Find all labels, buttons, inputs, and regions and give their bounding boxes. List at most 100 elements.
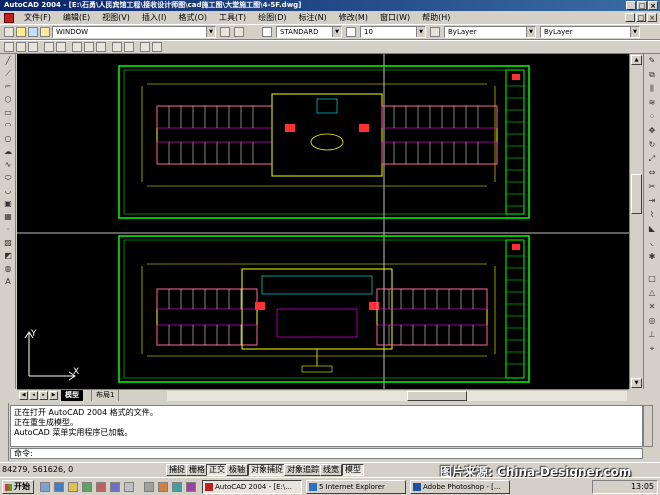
osnap-toggle[interactable]: 对象捕捉 — [248, 464, 286, 476]
tab-layout1[interactable]: 布局1 — [91, 390, 120, 401]
sun-icon[interactable] — [28, 27, 38, 37]
quicklaunch-app-icon[interactable] — [110, 482, 120, 492]
text-style-icon[interactable] — [262, 27, 272, 37]
ortho-toggle[interactable]: 正交 — [206, 464, 228, 476]
construction-line-icon[interactable]: ⟋ — [3, 69, 13, 79]
rectangle-icon[interactable]: ▭ — [3, 108, 13, 118]
menu-format[interactable]: 格式(O) — [172, 11, 213, 24]
open-file-icon[interactable] — [16, 42, 26, 52]
color-dropdown[interactable]: ByLayer ▼ — [444, 26, 536, 38]
arc-icon[interactable]: ◠ — [3, 121, 13, 131]
chevron-down-icon[interactable]: ▼ — [206, 27, 215, 37]
menu-insert[interactable]: 插入(I) — [136, 11, 173, 24]
linetype-dropdown[interactable]: ByLayer ▼ — [540, 26, 640, 38]
revision-cloud-icon[interactable]: ☁ — [3, 147, 13, 157]
text-style-dropdown[interactable]: STANDARD ▼ — [276, 26, 342, 38]
quicklaunch-app-icon[interactable] — [186, 482, 196, 492]
ellipse-arc-icon[interactable]: ◡ — [3, 186, 13, 196]
menu-draw[interactable]: 绘图(D) — [252, 11, 292, 24]
layer-manager-icon[interactable] — [4, 27, 14, 37]
line-icon[interactable]: ╱ — [3, 56, 13, 66]
menu-edit[interactable]: 编辑(E) — [57, 11, 96, 24]
snap-toggle[interactable]: 捕捉 — [166, 464, 188, 476]
otrack-toggle[interactable]: 对象追踪 — [284, 464, 322, 476]
erase-icon[interactable]: ✎ — [647, 56, 657, 66]
first-tab-icon[interactable]: ◀ — [19, 391, 28, 400]
light-bulb-icon[interactable] — [16, 27, 26, 37]
redo-icon[interactable] — [124, 42, 134, 52]
task-autocad[interactable]: AutoCAD 2004 - [E:\... — [202, 480, 302, 494]
document-icon[interactable] — [4, 12, 14, 23]
menu-modify[interactable]: 修改(M) — [333, 11, 374, 24]
polyline-icon[interactable]: ⌐ — [3, 82, 13, 92]
copy-icon[interactable] — [84, 42, 94, 52]
menu-view[interactable]: 视图(V) — [96, 11, 136, 24]
maximize-button[interactable]: □ — [637, 1, 647, 10]
snap-nearest-icon[interactable]: ⌖ — [647, 344, 657, 354]
last-tab-icon[interactable]: ▶ — [49, 391, 58, 400]
doc-restore-button[interactable]: □ — [636, 13, 646, 22]
polar-toggle[interactable]: 极轴 — [226, 464, 248, 476]
drawing-area[interactable]: Y X — [17, 54, 629, 389]
snap-midpoint-icon[interactable]: △ — [647, 288, 657, 298]
stretch-icon[interactable]: ⇔ — [647, 168, 657, 178]
quicklaunch-app-icon[interactable] — [158, 482, 168, 492]
make-current-layer-icon[interactable] — [220, 27, 230, 37]
quicklaunch-app-icon[interactable] — [82, 482, 92, 492]
task-internet-explorer[interactable]: 5 Internet Explorer — [306, 480, 406, 494]
chevron-down-icon[interactable]: ▼ — [416, 27, 425, 37]
dim-style-icon[interactable] — [346, 27, 356, 37]
menu-tools[interactable]: 工具(T) — [213, 11, 252, 24]
snap-endpoint-icon[interactable]: □ — [647, 274, 657, 284]
move-icon[interactable]: ✥ — [647, 126, 657, 136]
cut-icon[interactable] — [72, 42, 82, 52]
region-icon[interactable]: ◍ — [3, 264, 13, 274]
horizontal-scroll-thumb[interactable] — [407, 391, 467, 401]
mirror-icon[interactable]: ⫼ — [647, 84, 657, 94]
doc-close-button[interactable]: × — [647, 13, 657, 22]
prev-tab-icon[interactable]: ◂ — [29, 391, 38, 400]
text-height-dropdown[interactable]: 10 ▼ — [360, 26, 426, 38]
fillet-icon[interactable]: ◟ — [647, 238, 657, 248]
copy-object-icon[interactable]: ⧉ — [647, 70, 657, 80]
make-block-icon[interactable]: ▦ — [3, 212, 13, 222]
zoom-icon[interactable] — [152, 42, 162, 52]
command-window-grip[interactable] — [0, 403, 9, 461]
array-icon[interactable]: ⁘ — [647, 112, 657, 122]
paste-icon[interactable] — [96, 42, 106, 52]
polygon-icon[interactable]: ⬡ — [3, 95, 13, 105]
quicklaunch-app-icon[interactable] — [144, 482, 154, 492]
scroll-up-icon[interactable]: ▲ — [631, 55, 642, 65]
quicklaunch-desktop-icon[interactable] — [40, 482, 50, 492]
insert-block-icon[interactable]: ▣ — [3, 199, 13, 209]
spline-icon[interactable]: ∿ — [3, 160, 13, 170]
new-file-icon[interactable] — [4, 42, 14, 52]
quicklaunch-app-icon[interactable] — [96, 482, 106, 492]
rotate-icon[interactable]: ↻ — [647, 140, 657, 150]
point-icon[interactable]: · — [3, 225, 13, 235]
close-button[interactable]: × — [648, 1, 658, 10]
layer-dropdown[interactable]: WINDOW ▼ — [52, 26, 216, 38]
break-icon[interactable]: ⌇ — [647, 210, 657, 220]
grid-toggle[interactable]: 栅格 — [186, 464, 208, 476]
text-icon[interactable]: A — [3, 277, 13, 287]
preview-icon[interactable] — [56, 42, 66, 52]
snap-center-icon[interactable]: ◎ — [647, 316, 657, 326]
undo-icon[interactable] — [112, 42, 122, 52]
tab-model[interactable]: 模型 — [61, 390, 83, 401]
next-tab-icon[interactable]: ▸ — [39, 391, 48, 400]
task-photoshop[interactable]: Adobe Photoshop - [... — [410, 480, 510, 494]
quicklaunch-app-icon[interactable] — [124, 482, 134, 492]
model-toggle[interactable]: 模型 — [342, 464, 364, 476]
snap-perpendicular-icon[interactable]: ⊥ — [647, 330, 657, 340]
minimize-button[interactable]: _ — [626, 1, 636, 10]
command-input[interactable]: 命令: — [10, 448, 643, 459]
menu-window[interactable]: 窗口(W) — [374, 11, 416, 24]
explode-icon[interactable]: ✱ — [647, 252, 657, 262]
quicklaunch-folder-icon[interactable] — [68, 482, 78, 492]
scroll-down-icon[interactable]: ▼ — [631, 378, 642, 388]
horizontal-scrollbar[interactable] — [167, 391, 627, 401]
chamfer-icon[interactable]: ◣ — [647, 224, 657, 234]
vertical-scrollbar[interactable]: ▲ ▼ — [629, 54, 643, 389]
layer-previous-icon[interactable] — [234, 27, 244, 37]
